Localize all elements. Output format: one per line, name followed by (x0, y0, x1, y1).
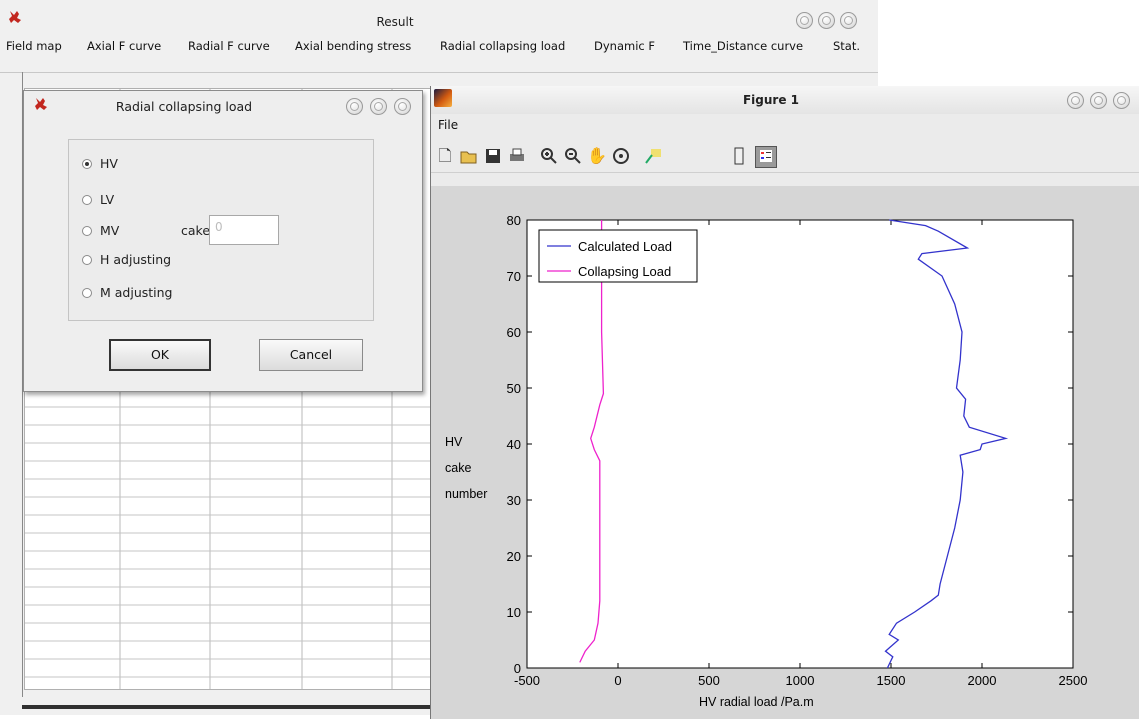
radial-collapsing-load-dialog: Radial collapsing load HV LV MV cake H a… (23, 90, 423, 392)
radio-mv-button[interactable] (82, 226, 92, 236)
radio-h-adjusting-label: H adjusting (100, 252, 172, 267)
figure-menubar: File (431, 114, 1139, 136)
zoom-in-icon[interactable] (539, 146, 559, 166)
x-tick-label: 0 (614, 673, 621, 688)
result-window-border (22, 705, 434, 709)
rotate-3d-icon[interactable] (611, 146, 631, 166)
y-axis-label-line: HV (445, 435, 463, 449)
x-tick-label: 2000 (968, 673, 997, 688)
y-tick-label: 30 (507, 493, 521, 508)
legend-icon[interactable] (755, 146, 777, 168)
x-tick-label: 500 (698, 673, 720, 688)
y-tick-label: 40 (507, 437, 521, 452)
result-window-title: Result (376, 15, 414, 29)
figure-toolbar: 🗋 ✋ (431, 138, 1139, 173)
pan-hand-icon[interactable]: ✋ (587, 146, 607, 166)
y-tick-label: 10 (507, 605, 521, 620)
dialog-maximize-button[interactable] (370, 98, 387, 115)
result-titlebar: Result (0, 6, 878, 34)
y-axis-label-line: cake (445, 461, 471, 475)
figure-title: Figure 1 (742, 93, 800, 107)
cake-label: cake (181, 223, 211, 238)
colorbar-icon[interactable] (729, 146, 749, 166)
menu-radial-collapsing-load[interactable]: Radial collapsing load (440, 39, 565, 53)
save-icon[interactable] (483, 146, 503, 166)
x-tick-label: 2500 (1059, 673, 1088, 688)
x-tick-label: 1500 (877, 673, 906, 688)
radio-h-adjusting-button[interactable] (82, 255, 92, 265)
dialog-close-button[interactable] (394, 98, 411, 115)
y-tick-label: 0 (514, 661, 521, 676)
figure-canvas[interactable]: -500 0 500 1000 1500 2000 2500 0 10 20 30 40 50 60 70 8… (431, 186, 1139, 719)
radial-load-plot[interactable]: -500 0 500 1000 1500 2000 25000102030405060708… (431, 186, 1139, 719)
menu-file[interactable]: File (438, 118, 458, 132)
menu-radial-f-curve[interactable]: Radial F curve (188, 39, 270, 53)
print-icon[interactable] (507, 146, 527, 166)
y-tick-label: 80 (507, 213, 521, 228)
dialog-minimize-button[interactable] (346, 98, 363, 115)
dialog-title: Radial collapsing load (115, 99, 253, 114)
zoom-out-icon[interactable] (563, 146, 583, 166)
y-tick-label: 50 (507, 381, 521, 396)
data-cursor-icon[interactable] (643, 146, 663, 166)
legend-label: Collapsing Load (578, 264, 671, 279)
menu-field-map[interactable]: Field map (6, 39, 62, 53)
radio-lv-button[interactable] (82, 195, 92, 205)
y-tick-label: 60 (507, 325, 521, 340)
radio-mv-label: MV (100, 223, 120, 238)
open-folder-icon[interactable] (459, 146, 479, 166)
result-menubar: Field map Axial F curve Radial F curve A… (0, 34, 878, 73)
radio-m-adjusting-button[interactable] (82, 288, 92, 298)
menu-time-distance-curve[interactable]: Time_Distance curve (683, 39, 803, 53)
y-axis-label-line: number (445, 487, 487, 501)
figure-titlebar: Figure 1 (431, 86, 1139, 114)
menu-dynamic-f[interactable]: Dynamic F (594, 39, 655, 53)
result-minimize-button[interactable] (796, 12, 813, 29)
legend-label: Calculated Load (578, 239, 672, 254)
figure-window: Figure 1 File 🗋 ✋ -500 0 500 1000 1500 2… (430, 86, 1139, 719)
result-maximize-button[interactable] (818, 12, 835, 29)
x-axis-label: HV radial load /Pa.m (699, 695, 814, 709)
figure-maximize-button[interactable] (1090, 92, 1107, 109)
result-close-button[interactable] (840, 12, 857, 29)
menu-axial-bending-stress[interactable]: Axial bending stress (295, 39, 411, 53)
x-tick-label: 1000 (786, 673, 815, 688)
radio-hv-label: HV (100, 156, 118, 171)
radio-lv-label: LV (100, 192, 115, 207)
plot-axes-box (526, 219, 1074, 669)
figure-minimize-button[interactable] (1067, 92, 1084, 109)
menu-axial-f-curve[interactable]: Axial F curve (87, 39, 161, 53)
radio-m-adjusting-label: M adjusting (100, 285, 173, 300)
figure-close-button[interactable] (1113, 92, 1130, 109)
cancel-button[interactable]: Cancel (259, 339, 363, 371)
cake-number-input[interactable]: 0 (209, 215, 279, 245)
menu-stat[interactable]: Stat. (833, 39, 860, 53)
radio-hv-button[interactable] (82, 159, 92, 169)
y-tick-label: 20 (507, 549, 521, 564)
new-file-icon[interactable]: 🗋 (435, 146, 455, 166)
y-tick-label: 70 (507, 269, 521, 284)
ok-button[interactable]: OK (109, 339, 211, 371)
